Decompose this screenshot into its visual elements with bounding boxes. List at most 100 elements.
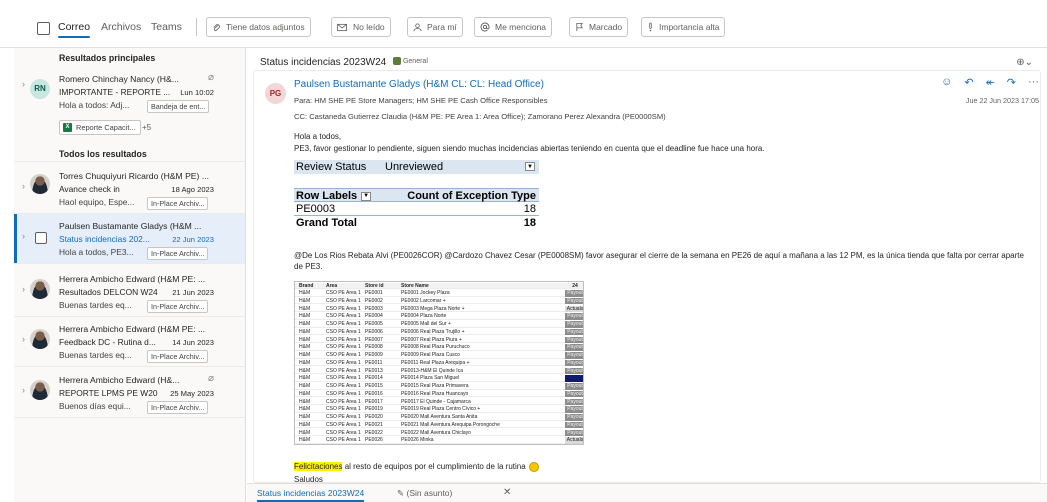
sheet-cell: CSO PE Area 1 bbox=[326, 406, 361, 413]
sheet-cell: PE0005 Mall del Sur + bbox=[401, 321, 451, 328]
select-all-checkbox[interactable] bbox=[37, 22, 50, 35]
sheet-status-cell: Payout bbox=[565, 297, 583, 305]
sheet-status-cell: Payout bbox=[565, 313, 583, 320]
folder-tag[interactable]: In-Place Archiv... bbox=[147, 401, 209, 414]
channel-badge[interactable]: General bbox=[392, 57, 428, 65]
avatar: PG bbox=[265, 83, 286, 104]
avatar bbox=[30, 174, 50, 194]
chevron-right-icon[interactable]: › bbox=[22, 385, 25, 395]
sheet-cell: PE0021 Mall Aventura Arequipa Porongoche bbox=[401, 421, 500, 428]
sheet-cell: PE0020 Mall Aventura Santa Anita bbox=[401, 414, 478, 421]
sheet-status-cell: Payout bbox=[565, 383, 583, 390]
zoom-icon[interactable]: ⊕⌄ bbox=[1016, 57, 1033, 68]
sheet-cell: PE0017 bbox=[365, 398, 383, 405]
sheet-cell: PE0001 Jockey Plaza bbox=[401, 290, 450, 297]
sheet-row: H&M CSO PE Area 1 PE0022 PE0022 Mall Aventu… bbox=[295, 429, 583, 437]
reply-all-icon[interactable]: ↞ bbox=[986, 76, 995, 89]
list-item[interactable]: › Herrera Ambicho Edward (H&M PE: ... Fe… bbox=[14, 317, 245, 367]
pivot-filter-label: Review Status bbox=[296, 161, 367, 173]
teams-channel-icon bbox=[392, 57, 401, 65]
sender-name: Herrera Ambicho Edward (H&M PE: ... bbox=[59, 274, 206, 284]
sheet-cell: PE0009 bbox=[365, 352, 383, 359]
sheet-header-cell: Area bbox=[326, 283, 338, 289]
sheet-cell: PE0020 bbox=[365, 414, 383, 421]
sheet-row: H&M CSO PE Area 1 PE0019 PE0019 Real Plaza … bbox=[295, 406, 583, 413]
filter-unread[interactable]: No leído bbox=[331, 17, 391, 37]
filter-to-me[interactable]: Para mí bbox=[407, 17, 463, 37]
sheet-cell: CSO PE Area 1 bbox=[326, 398, 361, 405]
pivot-count-header: Count of Exception Type bbox=[407, 190, 536, 202]
sheet-cell: PE0016 bbox=[365, 390, 383, 397]
sheet-cell: CSO PE Area 1 bbox=[326, 421, 361, 428]
sheet-cell: CSO PE Area 1 bbox=[326, 437, 361, 444]
attachment-chip[interactable]: X Reporte Capacit... bbox=[59, 120, 141, 135]
tab-teams[interactable]: Teams bbox=[151, 21, 182, 33]
tab-draft[interactable]: ✎ (Sin asunto) bbox=[397, 488, 452, 499]
sheet-cell: CSO PE Area 1 bbox=[326, 390, 361, 397]
sent-date: Jue 22 Jun 2023 17:05 bbox=[965, 96, 1039, 105]
sheet-row: H&M CSO PE Area 1 PE0007 PE0007 Real Plaza … bbox=[295, 336, 583, 344]
body-greeting: Hola a todos, bbox=[294, 132, 342, 141]
reading-pane: Status incidencias 2023W24 General ⊕⌄ PG… bbox=[247, 48, 1047, 483]
filter-icon: ▼ bbox=[525, 162, 535, 171]
sheet-row: H&M CSO PE Area 1 PE0020 PE0020 Mall Aventu… bbox=[295, 414, 583, 421]
filter-flagged[interactable]: Marcado bbox=[569, 17, 629, 37]
exclamation-icon bbox=[649, 22, 652, 32]
chevron-right-icon[interactable]: › bbox=[22, 334, 25, 344]
filter-mentions-me[interactable]: Me menciona bbox=[474, 17, 553, 37]
sheet-cell: PE0026 bbox=[365, 437, 383, 444]
avatar bbox=[30, 279, 50, 299]
list-item[interactable]: › Herrera Ambicho Edward (H&M PE: ... Re… bbox=[14, 267, 245, 317]
sheet-cell: CSO PE Area 1 bbox=[326, 429, 361, 436]
preview: Buenas tardes eq... bbox=[59, 300, 132, 310]
forward-icon[interactable]: ↷ bbox=[1007, 76, 1016, 89]
sheet-cell: PE0004 Plaza Norte bbox=[401, 313, 447, 320]
sheet-status-cell: Payout bbox=[565, 398, 583, 406]
sheet-row: H&M CSO PE Area 1 PE0005 PE0005 Mall del Su… bbox=[295, 321, 583, 328]
tab-archivos[interactable]: Archivos bbox=[101, 21, 141, 33]
sheet-cell: CSO PE Area 1 bbox=[326, 414, 361, 421]
sheet-cell: CSO PE Area 1 bbox=[326, 328, 361, 335]
filter-label: Me menciona bbox=[495, 22, 547, 32]
sheet-status-cell: Actuals bbox=[565, 437, 584, 444]
subject: Avance check in bbox=[59, 184, 120, 194]
reply-icon[interactable]: ↶ bbox=[964, 76, 973, 89]
chevron-right-icon[interactable]: › bbox=[22, 231, 25, 241]
store-status-sheet: Brand Area Store id Store Name 24 H&M CSO… bbox=[294, 281, 584, 445]
emoji-react-icon[interactable]: ☺ bbox=[941, 76, 952, 89]
sheet-cell: PE0004 bbox=[365, 313, 383, 320]
sheet-cell: PE0002 Larcomar + bbox=[401, 297, 446, 304]
folder-tag[interactable]: In-Place Archiv... bbox=[147, 350, 209, 363]
folder-tag[interactable]: In-Place Archiv... bbox=[147, 247, 209, 260]
pencil-icon: ✎ bbox=[397, 488, 405, 498]
chevron-right-icon[interactable]: › bbox=[22, 79, 25, 89]
folder-tag[interactable]: In-Place Archiv... bbox=[147, 197, 209, 210]
section-header-top-results: Resultados principales bbox=[59, 53, 156, 63]
chevron-right-icon[interactable]: › bbox=[22, 284, 25, 294]
item-checkbox[interactable] bbox=[35, 232, 47, 244]
sheet-cell: PE0013 bbox=[365, 367, 383, 374]
tab-correo[interactable]: Correo bbox=[58, 21, 91, 38]
sender-name[interactable]: Paulsen Bustamante Gladys (H&M CL: CL: H… bbox=[294, 79, 544, 90]
tab-open-message[interactable]: Status incidencias 2023W24 bbox=[257, 488, 365, 502]
filter-has-attachments[interactable]: Tiene datos adjuntos bbox=[206, 17, 311, 37]
chevron-right-icon[interactable]: › bbox=[22, 181, 25, 191]
close-icon[interactable]: ✕ bbox=[503, 487, 511, 498]
sheet-cell: PE0006 Real Plaza Trujillo + bbox=[401, 328, 465, 335]
date: 21 Jun 2023 bbox=[172, 288, 214, 297]
folder-tag[interactable]: Bandeja de ent... bbox=[147, 100, 210, 113]
avatar: RN bbox=[30, 79, 50, 99]
sender-name: Torres Chuquiyuri Ricardo (H&M PE) ... bbox=[59, 171, 209, 181]
list-item[interactable]: › Herrera Ambicho Edward (H&... ⌀ REPORT… bbox=[14, 368, 245, 418]
filter-label: Importancia alta bbox=[659, 22, 720, 32]
more-options-icon[interactable]: ··· bbox=[1028, 76, 1039, 89]
sheet-status-cell: Payout bbox=[565, 352, 583, 359]
list-item[interactable]: › Torres Chuquiyuri Ricardo (H&M PE) ...… bbox=[14, 164, 245, 214]
filter-bar: Correo Archivos Teams Tiene datos adjunt… bbox=[0, 0, 1047, 48]
date: Lun 10:02 bbox=[180, 88, 214, 97]
more-attachments[interactable]: +5 bbox=[142, 123, 151, 132]
list-item-selected[interactable]: › Paulsen Bustamante Gladys (H&M ... Sta… bbox=[14, 214, 245, 264]
body-line: PE3, favor gestionar lo pendiente, sigue… bbox=[294, 144, 765, 153]
folder-tag[interactable]: In-Place Archiv... bbox=[147, 300, 209, 313]
filter-high-importance[interactable]: Importancia alta bbox=[641, 17, 726, 37]
